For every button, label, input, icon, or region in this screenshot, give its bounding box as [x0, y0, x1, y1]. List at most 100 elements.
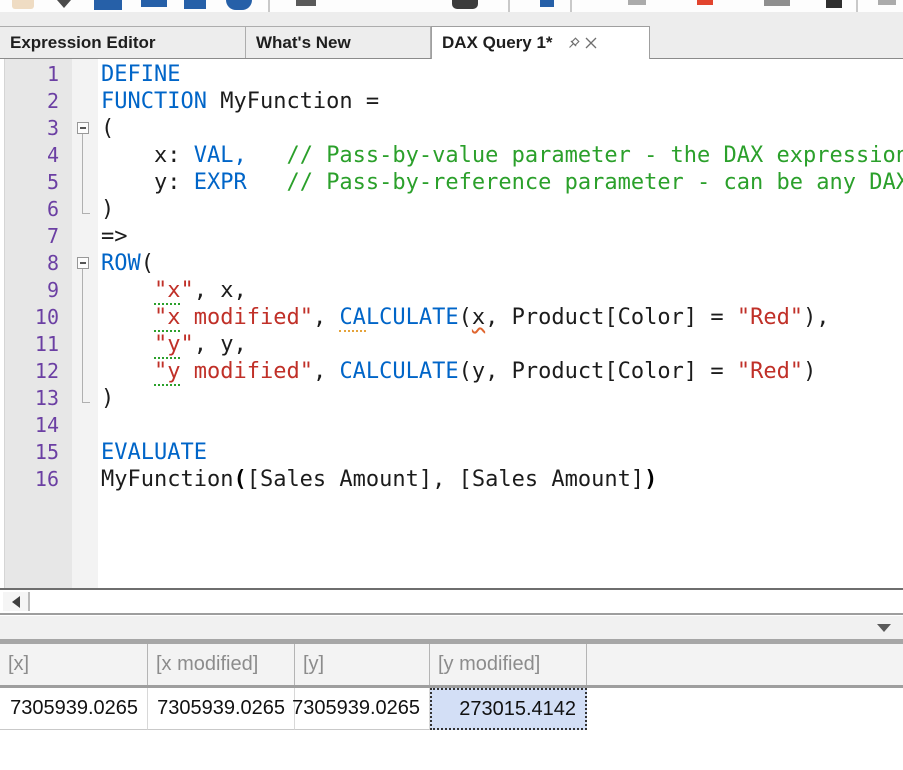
- scroll-left-button[interactable]: [3, 592, 30, 611]
- gray-line-icon[interactable]: [878, 0, 896, 5]
- code-text: FUNCTION MyFunction =: [98, 88, 379, 115]
- fold-rail: [72, 331, 98, 358]
- results-header-row: [x] [x modified] [y][y modified]: [0, 644, 903, 688]
- code-line: 9 "x", x,: [0, 277, 903, 304]
- code-text: DEFINE: [98, 61, 180, 88]
- line-number: 5: [0, 169, 72, 196]
- fold-collapse-icon[interactable]: [77, 257, 89, 269]
- tab-label: Expression Editor: [10, 33, 155, 53]
- toolbar: [0, 0, 903, 12]
- code-text: ): [98, 385, 114, 412]
- code-line: 1 DEFINE: [0, 61, 903, 88]
- red-dash-icon[interactable]: [697, 0, 713, 5]
- column-header-x[interactable]: [x]: [0, 644, 148, 685]
- column-header-label: [x]: [8, 653, 29, 676]
- pin-icon[interactable]: [566, 36, 581, 51]
- fold-rail: [72, 358, 98, 385]
- result-cell-y-modified[interactable]: 273015.4142: [430, 688, 587, 730]
- line-number: 6: [0, 196, 72, 223]
- code-line: 14: [0, 412, 903, 439]
- search-icon[interactable]: [540, 0, 554, 7]
- header-filler: [587, 644, 903, 685]
- result-cell-x-modified[interactable]: 7305939.0265: [148, 688, 295, 730]
- code-line: 12 "y modified", CALCULATE(y, Product[Co…: [0, 358, 903, 385]
- gray-icon[interactable]: [296, 0, 316, 6]
- result-cell-y[interactable]: 7305939.0265: [295, 688, 430, 730]
- tab-label: What's New: [256, 33, 351, 53]
- blue-block-icon[interactable]: [184, 0, 206, 9]
- line-number: 15: [0, 439, 72, 466]
- code-text: "y", y,: [98, 331, 247, 358]
- code-text: (: [98, 115, 114, 142]
- code-text: MyFunction([Sales Amount], [Sales Amount…: [98, 466, 657, 493]
- code-line: 16 MyFunction([Sales Amount], [Sales Amou…: [0, 466, 903, 493]
- result-cell-x[interactable]: 7305939.0265: [0, 688, 148, 730]
- close-icon[interactable]: [584, 36, 598, 50]
- fold-toggle[interactable]: [72, 115, 98, 142]
- code-line: 11 "y", y,: [0, 331, 903, 358]
- line-number: 12: [0, 358, 72, 385]
- line-number: 11: [0, 331, 72, 358]
- document-tab-bar: Expression Editor What's New DAX Query 1*: [0, 12, 903, 59]
- light-gray-icon[interactable]: [628, 0, 646, 5]
- code-lines: 1 DEFINE 2 FUNCTION MyFunction = 3 (4 x: VAL,…: [0, 61, 903, 493]
- line-number: 13: [0, 385, 72, 412]
- column-header-x-modified[interactable]: [x modified]: [148, 644, 295, 685]
- blue-circle-icon[interactable]: [226, 0, 252, 10]
- code-text: x: VAL, // Pass-by-value parameter - the…: [98, 142, 903, 169]
- code-text: EVALUATE: [98, 439, 207, 466]
- code-line: 6): [0, 196, 903, 223]
- code-line: 13): [0, 385, 903, 412]
- tab-what-s-new[interactable]: What's New: [246, 26, 431, 58]
- dark-rounded-icon[interactable]: [452, 0, 478, 9]
- new-document-icon[interactable]: [12, 0, 34, 9]
- fold-collapse-icon[interactable]: [77, 122, 89, 134]
- dropdown-down-icon[interactable]: [877, 624, 891, 632]
- column-header-label: [x modified]: [156, 653, 258, 676]
- arrow-down-icon[interactable]: [57, 0, 71, 8]
- tab-expression-editor[interactable]: Expression Editor: [0, 26, 246, 58]
- dark-square-icon[interactable]: [826, 0, 842, 8]
- code-line: 2 FUNCTION MyFunction =: [0, 88, 903, 115]
- fold-rail: [72, 223, 98, 250]
- line-number: 3: [0, 115, 72, 142]
- line-number: 16: [0, 466, 72, 493]
- code-text: y: EXPR // Pass-by-reference parameter -…: [98, 169, 903, 196]
- code-text: =>: [98, 223, 128, 250]
- code-line: 5 y: EXPR // Pass-by-reference parameter…: [0, 169, 903, 196]
- code-line: 8ROW(: [0, 250, 903, 277]
- code-text: "x", x,: [98, 277, 247, 304]
- separator: [570, 0, 572, 12]
- column-header-y[interactable]: [y]: [295, 644, 430, 685]
- fold-rail: [72, 439, 98, 466]
- fold-rail: [72, 61, 98, 88]
- fold-rail: [72, 88, 98, 115]
- results-toolbar: [0, 615, 903, 639]
- fold-toggle[interactable]: [72, 250, 98, 277]
- horizontal-scrollbar[interactable]: [0, 588, 903, 615]
- line-number: 7: [0, 223, 72, 250]
- line-number: 8: [0, 250, 72, 277]
- line-number: 1: [0, 61, 72, 88]
- separator: [508, 0, 510, 12]
- run-icon[interactable]: [94, 0, 122, 10]
- double-line-icon[interactable]: [764, 0, 790, 6]
- line-number: 4: [0, 142, 72, 169]
- column-header-y-modified[interactable]: [y modified]: [430, 644, 587, 685]
- fold-rail: [72, 169, 98, 196]
- code-line: 7 =>: [0, 223, 903, 250]
- tab-label: DAX Query 1*: [442, 33, 553, 53]
- separator: [856, 0, 858, 12]
- code-text: "x modified", CALCULATE(x, Product[Color…: [98, 304, 830, 331]
- line-number: 10: [0, 304, 72, 331]
- tab-dax-query-1[interactable]: DAX Query 1*: [431, 26, 650, 59]
- results-empty-area: [0, 730, 903, 770]
- line-number: 14: [0, 412, 72, 439]
- line-number: 2: [0, 88, 72, 115]
- code-line: 15 EVALUATE: [0, 439, 903, 466]
- code-line: 10 "x modified", CALCULATE(x, Product[Co…: [0, 304, 903, 331]
- fold-rail: [72, 277, 98, 304]
- code-editor[interactable]: 1 DEFINE 2 FUNCTION MyFunction = 3 (4 x: VAL,…: [0, 59, 903, 588]
- fold-rail: [72, 304, 98, 331]
- blue-bar-icon[interactable]: [141, 0, 167, 7]
